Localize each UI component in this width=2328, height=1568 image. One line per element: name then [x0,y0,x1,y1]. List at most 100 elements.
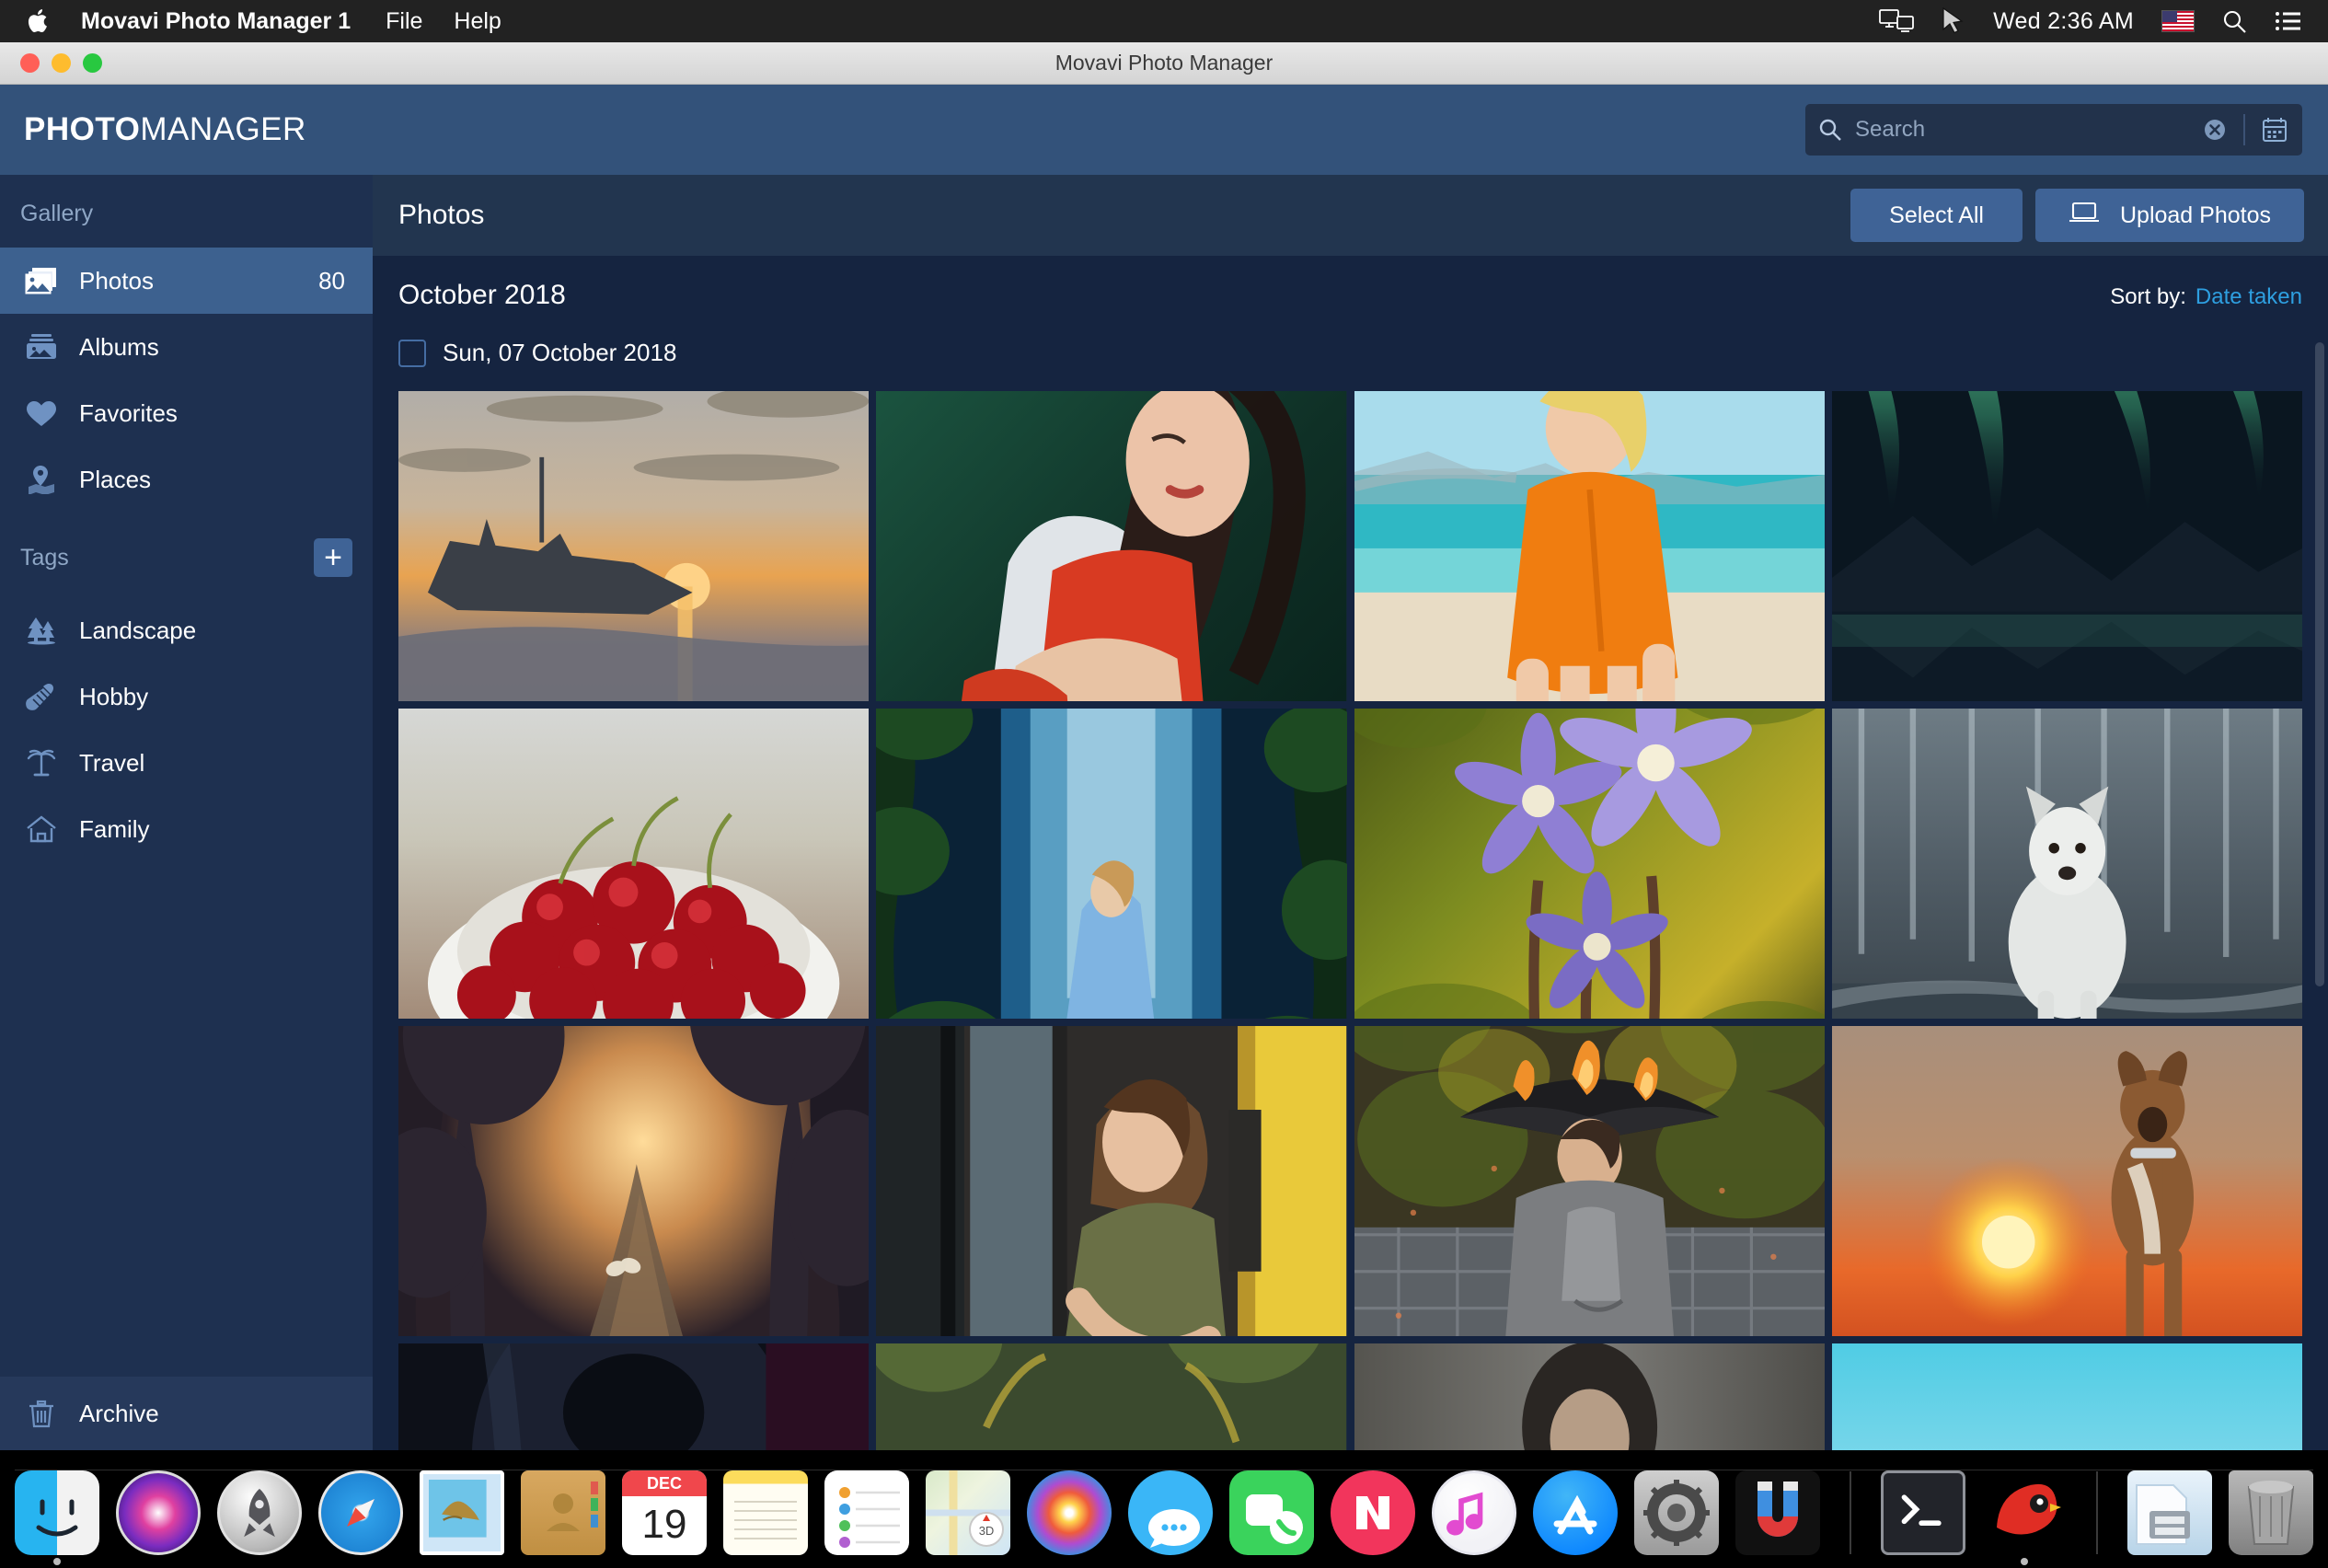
dock-item-trash[interactable] [2229,1470,2313,1555]
search-divider [2243,114,2245,145]
app-logo-bold: PHOTO [24,111,141,147]
dock-item-terminal[interactable] [1881,1470,1965,1555]
app-window: Movavi Photo Manager PHOTOMANAGER Search… [0,42,2328,1450]
dock-running-indicator [2021,1558,2028,1565]
select-all-button[interactable]: Select All [1850,189,2023,242]
control-center-list-icon[interactable] [2275,10,2300,32]
window-title-bar: Movavi Photo Manager [0,42,2328,85]
photo-cherries-bowl[interactable] [398,709,870,1019]
house-icon [20,814,63,844]
menubar-item-file[interactable]: File [386,8,422,35]
photo-boxer-dog-sunset[interactable] [1831,1026,2302,1336]
gallery-scrollbar[interactable] [2315,342,2324,986]
apple-logo-icon[interactable] [26,6,53,37]
photo-burning-umbrella[interactable] [1354,1026,1825,1336]
sidebar-label-albums: Albums [79,332,159,361]
dock-item-notes[interactable] [723,1470,808,1555]
add-tag-button[interactable]: + [314,538,352,577]
photo-dark-portrait[interactable] [398,1343,870,1450]
plus-icon: + [324,540,342,575]
photo-grey-portrait[interactable] [1354,1343,1825,1450]
dock-item-launchpad[interactable] [217,1470,302,1555]
svg-text:3D: 3D [979,1524,995,1538]
month-header-row: October 2018 Sort by: Date taken [398,280,2302,311]
photo-red-fabric-flowers[interactable] [876,1343,1347,1450]
dock-item-itunes[interactable] [1432,1470,1516,1555]
day-group-label: Sun, 07 October 2018 [443,339,677,366]
menubar-clock[interactable]: Wed 2:36 AM [1993,8,2134,35]
macos-dock: DEC 19 3D [0,1450,2328,1568]
search-input[interactable] [1855,117,2201,143]
dock-item-contacts[interactable] [521,1470,605,1555]
dock-item-cardinal[interactable] [1982,1470,2067,1565]
sidebar-label-places: Places [79,465,152,493]
dock-item-news[interactable] [1331,1470,1415,1555]
dock-item-calendar[interactable]: DEC 19 [622,1470,707,1555]
photos-icon [20,266,63,295]
us-flag-icon[interactable] [2161,10,2195,32]
photo-woman-on-bus[interactable] [876,1026,1347,1336]
albums-icon [20,332,63,362]
photo-forest-path-sunset[interactable] [398,1026,870,1336]
dock-item-magnet[interactable] [1735,1470,1820,1555]
sidebar-label-favorites: Favorites [79,398,178,427]
sidebar-item-family[interactable]: Family [0,796,373,862]
spotlight-search-icon[interactable] [2222,9,2247,34]
dock-item-maps[interactable]: 3D [926,1470,1010,1555]
dock-item-finder[interactable] [15,1470,99,1565]
upload-photos-button[interactable]: Upload Photos [2034,189,2304,242]
photo-white-dog-waterfall[interactable] [1831,709,2302,1019]
trees-icon [20,616,63,645]
dock-item-system-preferences[interactable] [1634,1470,1719,1555]
window-body: Gallery Photos 80 Albums Favorites Place… [0,175,2328,1450]
search-box[interactable] [1805,104,2302,156]
photo-cyan-sky[interactable] [1831,1343,2302,1450]
sidebar-count-photos: 80 [318,266,345,294]
dock-item-photos[interactable] [1027,1470,1112,1555]
sort-by-label: Sort by: [2110,284,2186,309]
sidebar-label-photos: Photos [79,266,154,294]
page-title: Photos [398,200,485,230]
menubar-app-name[interactable]: Movavi Photo Manager 1 [81,8,351,35]
dock-item-facetime[interactable] [1229,1470,1314,1555]
sort-by-value[interactable]: Date taken [2195,284,2302,310]
dock-separator-1 [1850,1471,1851,1554]
clear-search-icon[interactable] [2201,116,2229,144]
menubar-item-help[interactable]: Help [454,8,501,35]
month-title: October 2018 [398,280,566,310]
sidebar-label-archive: Archive [79,1399,159,1427]
dock-item-safari[interactable] [318,1470,403,1555]
pointer-cursor-icon[interactable] [1942,7,1965,35]
sidebar-item-favorites[interactable]: Favorites [0,380,373,446]
photo-aurora-mountains[interactable] [1831,391,2302,701]
dock-item-messages[interactable] [1128,1470,1213,1555]
dock-item-mail[interactable] [420,1470,504,1555]
sidebar-item-albums[interactable]: Albums [0,314,373,380]
photo-grid [398,391,2302,1450]
day-group-header: Sun, 07 October 2018 [398,339,2302,367]
calendar-icon[interactable] [2260,115,2289,144]
photo-woman-red-dress[interactable] [876,391,1347,701]
sidebar-item-photos[interactable]: Photos 80 [0,248,373,314]
photo-woman-orange-beach[interactable] [1354,391,1825,701]
window-title: Movavi Photo Manager [1055,51,1273,75]
sidebar-item-archive[interactable]: Archive [0,1377,373,1450]
displays-icon[interactable] [1879,9,1914,33]
sidebar-item-travel[interactable]: Travel [0,730,373,796]
app-header: PHOTOMANAGER [0,85,2328,175]
day-group-checkbox[interactable] [398,339,426,367]
dock-separator-2 [2096,1471,2098,1554]
app-logo-light: MANAGER [140,111,306,147]
dock-item-appstore[interactable] [1533,1470,1618,1555]
sidebar-label-hobby: Hobby [79,682,149,710]
photo-warship-sunrise[interactable] [398,391,870,701]
sidebar-item-landscape[interactable]: Landscape [0,597,373,663]
dock-item-siri[interactable] [116,1470,201,1555]
photo-purple-flowers[interactable] [1354,709,1825,1019]
photo-waterfall-blue-dress[interactable] [876,709,1347,1019]
sidebar-item-hobby[interactable]: Hobby [0,663,373,730]
sidebar-item-places[interactable]: Places [0,446,373,513]
dock-item-downloads[interactable] [2127,1470,2212,1555]
dock-item-reminders[interactable] [824,1470,909,1555]
